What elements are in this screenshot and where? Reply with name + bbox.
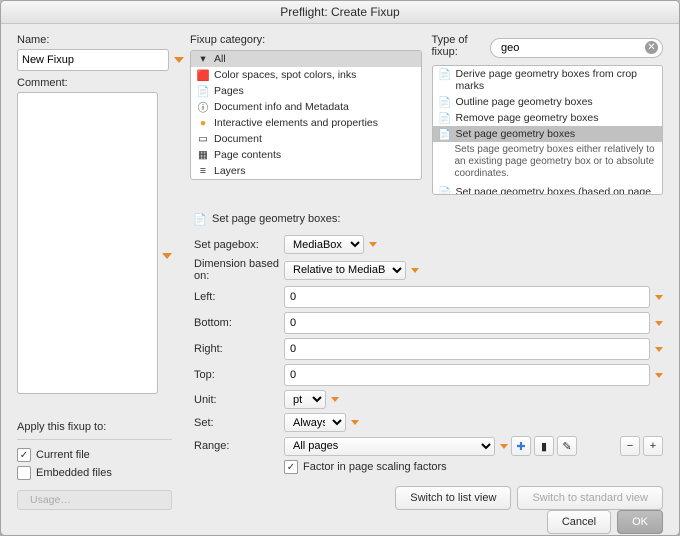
embedded-files-checkbox[interactable] [17,466,31,480]
edit-button[interactable]: ✎ [557,436,577,456]
top-input[interactable] [284,364,650,386]
type-label: Type of fixup: [432,34,483,58]
dropdown-arrow-icon[interactable] [655,347,663,352]
switch-list-button[interactable]: Switch to list view [395,486,511,510]
pdf-icon: 📄 [439,68,451,80]
dimension-label: Dimension based on: [194,258,284,282]
dropdown-arrow-icon[interactable] [655,321,663,326]
pages-icon: 📄 [197,85,209,97]
right-label: Right: [194,343,284,355]
color-icon: 🟥 [197,69,209,81]
current-file-label: Current file [36,449,90,461]
type-item[interactable]: 📄Derive page geometry boxes from crop ma… [433,66,663,94]
pdf-icon: 📄 [439,96,451,108]
add-button[interactable]: + [643,436,663,456]
dialog-window: Preflight: Create Fixup Name: Comment: A… [0,0,680,536]
contents-icon: ▦ [197,149,209,161]
switch-standard-button: Switch to standard view [517,486,663,510]
pagebox-select[interactable]: MediaBox [284,235,364,254]
range-label: Range: [194,440,284,452]
search-input[interactable] [499,41,645,55]
title-bar: Preflight: Create Fixup [1,1,679,24]
comment-dropdown-icon[interactable] [162,253,172,259]
document-icon: ▭ [197,133,209,145]
type-item[interactable]: 📄Remove page geometry boxes [433,110,663,126]
category-item[interactable]: ▭Document [191,131,421,147]
category-item[interactable]: ●Interactive elements and properties [191,115,421,131]
set-label: Set: [194,417,284,429]
current-file-checkbox[interactable] [17,448,31,462]
dropdown-arrow-icon[interactable] [655,295,663,300]
search-field[interactable]: ✕ [490,38,663,58]
pdf-icon: 📄 [439,112,451,124]
name-dropdown-icon[interactable] [174,57,184,63]
dropdown-arrow-icon[interactable] [411,268,419,273]
dropdown-arrow-icon[interactable] [331,397,339,402]
bottom-label: Bottom: [194,317,284,329]
pdf-icon: 📄 [194,213,206,225]
top-label: Top: [194,369,284,381]
pdf-icon: 📄 [439,186,451,195]
type-item[interactable]: 📄Outline page geometry boxes [433,94,663,110]
form-area: 📄 Set page geometry boxes: Set pagebox: … [190,213,663,478]
add-range-button[interactable]: ✚ [511,436,531,456]
category-list[interactable]: ▾All 🟥Color spaces, spot colors, inks 📄P… [190,50,422,180]
category-item[interactable]: ▦Page contents [191,147,421,163]
factor-checkbox[interactable] [284,460,298,474]
name-label: Name: [17,34,172,46]
metadata-icon: ⓘ [197,101,209,113]
dropdown-arrow-icon[interactable] [500,444,508,449]
unit-select[interactable]: pt [284,390,326,409]
type-list[interactable]: 📄Derive page geometry boxes from crop ma… [432,65,664,195]
factor-label: Factor in page scaling factors [303,461,447,473]
dropdown-arrow-icon[interactable] [369,242,377,247]
interactive-icon: ● [197,117,209,129]
type-item[interactable]: 📄Set page geometry boxes (based on page … [433,184,663,195]
usage-button[interactable]: Usage… [17,490,172,510]
apply-to-label: Apply this fixup to: [17,421,172,433]
clear-search-icon[interactable]: ✕ [645,41,658,54]
type-item[interactable]: 📄Set page geometry boxes [433,126,663,142]
name-input[interactable] [17,49,169,71]
comment-textarea[interactable] [17,92,158,394]
right-input[interactable] [284,338,650,360]
category-item[interactable]: ⓘDocument info and Metadata [191,99,421,115]
embedded-files-label: Embedded files [36,467,112,479]
range-select[interactable]: All pages [284,437,495,456]
category-label: Fixup category: [190,34,422,46]
filter-icon: ▾ [197,53,209,65]
type-description: Sets page geometry boxes either relative… [433,142,663,184]
category-item[interactable]: 🟥Color spaces, spot colors, inks [191,67,421,83]
tag-button[interactable]: ▮ [534,436,554,456]
unit-label: Unit: [194,394,284,406]
category-item[interactable]: 📄Pages [191,83,421,99]
dimension-select[interactable]: Relative to MediaBox [284,261,406,280]
left-input[interactable] [284,286,650,308]
ok-button[interactable]: OK [617,510,663,534]
category-item[interactable]: ≡Layers [191,163,421,179]
bottom-input[interactable] [284,312,650,334]
dropdown-arrow-icon[interactable] [655,373,663,378]
category-item[interactable]: ▾All [191,51,421,67]
pagebox-label: Set pagebox: [194,239,284,251]
pdf-icon: 📄 [439,128,451,140]
cancel-button[interactable]: Cancel [547,510,611,534]
dropdown-arrow-icon[interactable] [351,420,359,425]
left-label: Left: [194,291,284,303]
set-select[interactable]: Always [284,413,346,432]
comment-label: Comment: [17,77,172,89]
form-title: Set page geometry boxes: [212,213,340,225]
remove-button[interactable]: − [620,436,640,456]
dialog-body: Name: Comment: Apply this fixup to: Curr… [1,24,679,536]
layers-icon: ≡ [197,165,209,177]
